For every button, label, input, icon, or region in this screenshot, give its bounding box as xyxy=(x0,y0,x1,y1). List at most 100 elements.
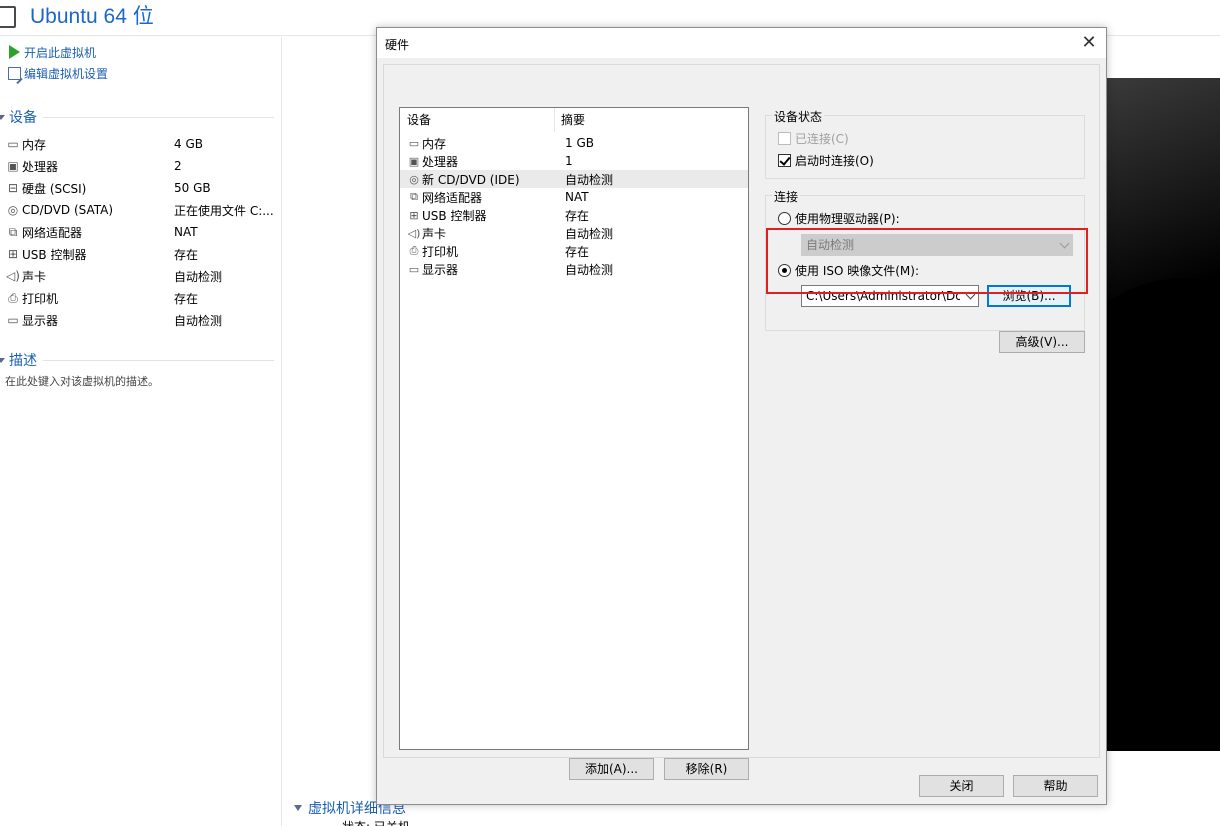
device-value: 自动检测 xyxy=(174,269,223,284)
device-name: 网络适配器 xyxy=(22,225,83,240)
device-value: NAT xyxy=(174,225,198,239)
vm-details-status: 状态: 已关机 xyxy=(342,818,410,826)
help-button[interactable]: 帮助 xyxy=(1013,775,1098,797)
vm-device-row[interactable]: ⊟ 硬盘 (SCSI) 50 GB xyxy=(0,177,282,199)
vm-device-row[interactable]: ⎙ 打印机 存在 xyxy=(0,287,282,309)
usb-icon: ⊞ xyxy=(7,247,19,261)
collapse-caret-icon xyxy=(0,114,5,120)
devices-section-title: 设备 xyxy=(9,110,37,126)
collapse-caret-icon xyxy=(0,357,5,363)
device-summary: NAT xyxy=(565,190,589,204)
device-name: 声卡 xyxy=(422,226,447,241)
device-list-item[interactable]: ⧉ 网络适配器 NAT xyxy=(400,188,748,206)
vm-device-row[interactable]: ◁) 声卡 自动检测 xyxy=(0,265,282,287)
display-icon: ▭ xyxy=(7,313,19,327)
description-section-title: 描述 xyxy=(9,353,37,369)
device-name: 声卡 xyxy=(22,269,47,284)
checkbox-box xyxy=(778,132,791,145)
device-list-item[interactable]: ⊞ USB 控制器 存在 xyxy=(400,206,748,224)
devices-section-header[interactable]: 设备 xyxy=(0,107,274,127)
sound-card-icon: ◁) xyxy=(407,226,421,240)
power-on-vm-link[interactable]: 开启此虚拟机 xyxy=(6,43,96,61)
connect-at-power-on-label: 启动时连接(O) xyxy=(795,154,874,168)
dialog-content-frame: 设备 摘要 ▭ 内存 1 GB ▣ 处理器 1 ◎ 新 CD/DVD (IDE)… xyxy=(383,64,1100,780)
column-header-summary[interactable]: 摘要 xyxy=(555,108,585,132)
vm-name: Ubuntu 64 位 xyxy=(30,5,154,28)
cd-dvd-icon: ◎ xyxy=(409,172,419,186)
iso-highlight-box xyxy=(766,228,1088,294)
device-list-item[interactable]: ◁) 声卡 自动检测 xyxy=(400,224,748,242)
radio-dot xyxy=(778,212,791,225)
processor-icon: ▣ xyxy=(7,159,19,173)
device-value: 自动检测 xyxy=(174,313,223,328)
device-name: CD/DVD (SATA) xyxy=(22,203,114,217)
device-summary: 自动检测 xyxy=(565,262,614,277)
play-icon xyxy=(6,44,22,60)
device-list-item-selected[interactable]: ◎ 新 CD/DVD (IDE) 自动检测 xyxy=(400,170,748,188)
close-button[interactable]: 关闭 xyxy=(919,775,1004,797)
device-value: 存在 xyxy=(174,247,199,262)
connection-title: 连接 xyxy=(772,188,801,205)
power-on-vm-label: 开启此虚拟机 xyxy=(24,45,97,60)
collapse-caret-icon xyxy=(294,805,302,811)
device-list-item[interactable]: ⎙ 打印机 存在 xyxy=(400,242,748,260)
close-icon[interactable]: ✕ xyxy=(1078,32,1100,54)
description-section-header[interactable]: 描述 xyxy=(0,350,274,370)
device-name: 显示器 xyxy=(422,262,459,277)
connected-checkbox[interactable]: 已连接(C) xyxy=(778,130,849,147)
device-name: 显示器 xyxy=(22,313,59,328)
vm-device-list: ▭ 内存 4 GB ▣ 处理器 2 ⊟ 硬盘 (SCSI) 50 GB ◎ CD… xyxy=(0,133,282,331)
device-name: 新 CD/DVD (IDE) xyxy=(422,172,520,187)
device-name: USB 控制器 xyxy=(22,247,87,262)
device-name: 打印机 xyxy=(22,291,59,306)
edit-vm-settings-link[interactable]: 编辑虚拟机设置 xyxy=(6,64,108,82)
device-value: 4 GB xyxy=(174,137,203,151)
printer-icon: ⎙ xyxy=(8,290,18,305)
column-header-device[interactable]: 设备 xyxy=(400,108,555,132)
memory-icon: ▭ xyxy=(7,137,19,151)
device-name: 打印机 xyxy=(422,244,459,259)
vm-device-row[interactable]: ⊞ USB 控制器 存在 xyxy=(0,243,282,265)
connect-at-power-on-checkbox[interactable]: 启动时连接(O) xyxy=(778,152,874,169)
vm-summary-pane: 开启此虚拟机 编辑虚拟机设置 设备 ▭ 内存 4 GB ▣ 处理器 2 ⊟ 硬盘… xyxy=(0,37,282,826)
checkmark-icon xyxy=(778,154,791,167)
add-device-button[interactable]: 添加(A)... xyxy=(569,758,654,780)
vm-device-row[interactable]: ▭ 显示器 自动检测 xyxy=(0,309,282,331)
physical-drive-radio[interactable]: 使用物理驱动器(P): xyxy=(778,210,900,227)
device-name: USB 控制器 xyxy=(422,208,487,223)
sound-card-icon: ◁) xyxy=(6,269,20,283)
network-adapter-icon: ⧉ xyxy=(410,190,418,203)
device-name: 处理器 xyxy=(422,154,459,169)
physical-drive-label: 使用物理驱动器(P): xyxy=(795,212,900,226)
description-placeholder[interactable]: 在此处键入对该虚拟机的描述。 xyxy=(5,373,159,389)
device-value: 2 xyxy=(174,159,182,173)
dialog-title-bar[interactable]: 硬件 ✕ xyxy=(377,28,1106,58)
connected-label: 已连接(C) xyxy=(795,132,849,146)
hardware-device-list[interactable]: 设备 摘要 ▭ 内存 1 GB ▣ 处理器 1 ◎ 新 CD/DVD (IDE)… xyxy=(399,107,749,750)
vm-device-row[interactable]: ◎ CD/DVD (SATA) 正在使用文件 C:... xyxy=(0,199,282,221)
vm-device-row[interactable]: ▭ 内存 4 GB xyxy=(0,133,282,155)
vm-device-row[interactable]: ⧉ 网络适配器 NAT xyxy=(0,221,282,243)
remove-device-button[interactable]: 移除(R) xyxy=(664,758,749,780)
cd-dvd-icon: ◎ xyxy=(7,203,19,217)
device-list-item[interactable]: ▭ 显示器 自动检测 xyxy=(400,260,748,278)
device-name: 内存 xyxy=(22,137,47,152)
hard-disk-icon: ⊟ xyxy=(7,181,19,195)
device-name: 处理器 xyxy=(22,159,59,174)
device-list-item[interactable]: ▭ 内存 1 GB xyxy=(400,134,748,152)
dialog-title: 硬件 xyxy=(385,38,410,52)
device-summary: 自动检测 xyxy=(565,172,614,187)
vm-device-row[interactable]: ▣ 处理器 2 xyxy=(0,155,282,177)
processor-icon: ▣ xyxy=(408,154,420,168)
advanced-button[interactable]: 高级(V)... xyxy=(999,331,1085,353)
hardware-dialog: 硬件 ✕ 设备 摘要 ▭ 内存 1 GB ▣ 处理器 1 ◎ 新 CD/DVD … xyxy=(376,27,1107,805)
device-list-item[interactable]: ▣ 处理器 1 xyxy=(400,152,748,170)
vm-icon xyxy=(0,6,16,28)
device-list-header: 设备 摘要 xyxy=(400,108,748,132)
device-status-group: 设备状态 已连接(C) 启动时连接(O) xyxy=(765,108,1085,179)
edit-vm-settings-label: 编辑虚拟机设置 xyxy=(24,66,109,81)
device-summary: 存在 xyxy=(565,208,590,223)
network-adapter-icon: ⧉ xyxy=(8,224,18,239)
device-value: 50 GB xyxy=(174,181,211,195)
device-name: 网络适配器 xyxy=(422,190,483,205)
